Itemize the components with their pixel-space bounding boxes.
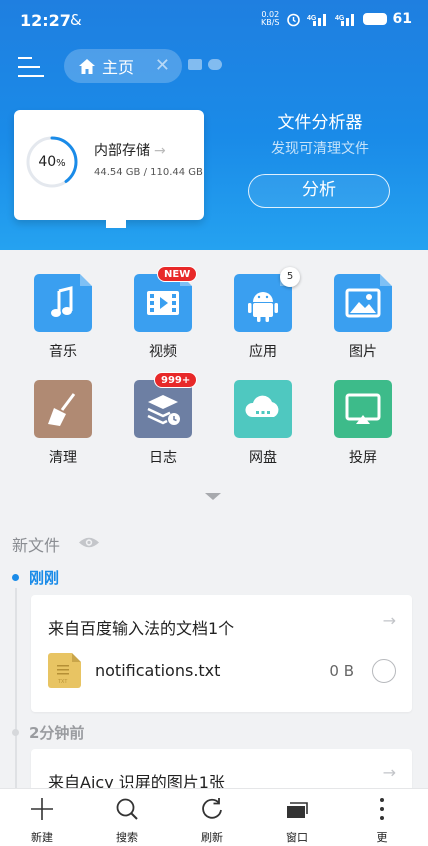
category-log[interactable]: 999+ 日志 — [113, 372, 213, 467]
broom-icon — [34, 380, 92, 438]
bottom-toolbar: 新建 搜索 刷新 窗口 更 — [0, 788, 428, 846]
search-button[interactable]: 搜索 — [87, 789, 167, 846]
apps-count-badge: 5 — [280, 267, 300, 287]
close-icon[interactable]: ✕ — [155, 55, 170, 76]
file-size: 0 B — [329, 662, 354, 680]
category-label: 投屏 — [349, 450, 377, 466]
refresh-button[interactable]: 刷新 — [172, 789, 252, 846]
android-icon: 5 — [234, 267, 300, 332]
cloud-mini-icon — [208, 59, 222, 70]
category-apps[interactable]: 5 应用 — [213, 267, 313, 361]
svg-text:TXT: TXT — [58, 679, 67, 685]
video-icon: NEW — [134, 266, 198, 332]
link-icon: & — [70, 11, 82, 29]
category-label: 日志 — [149, 450, 177, 466]
card-title: 来自百度输入法的文档1个 — [48, 619, 235, 638]
windows-button[interactable]: 窗口 — [257, 789, 337, 846]
refresh-icon — [202, 798, 222, 819]
category-images[interactable]: 图片 — [313, 274, 413, 361]
category-cast[interactable]: 投屏 — [313, 380, 413, 467]
status-time: 12:27 — [20, 11, 71, 30]
storage-title: 内部存储 → — [94, 140, 166, 160]
group-time-label: 2分钟前 — [29, 724, 85, 742]
category-label: 清理 — [49, 450, 77, 466]
eye-icon[interactable] — [78, 536, 100, 549]
svg-text:4G: 4G — [307, 15, 317, 22]
battery-icon — [362, 13, 387, 25]
select-checkbox[interactable] — [372, 659, 396, 683]
search-icon — [116, 798, 138, 820]
signal-icon: 4G — [307, 14, 326, 26]
music-icon — [34, 274, 92, 332]
analyze-button[interactable]: 分析 — [248, 174, 390, 208]
internal-storage-card[interactable]: 40% 内部存储 → 44.54 GB / 110.44 GB — [14, 110, 204, 228]
net-speed-unit: KB/S — [261, 18, 280, 27]
file-analyzer-subtitle: 发现可清理文件 — [271, 141, 369, 157]
storage-percent: 40% — [24, 134, 80, 190]
cast-icon — [334, 380, 392, 438]
storage-percent-value: 40 — [38, 154, 57, 170]
category-clean[interactable]: 清理 — [13, 380, 113, 467]
window-mini-icon — [188, 59, 202, 70]
bottom-label: 窗口 — [286, 831, 308, 844]
category-music[interactable]: 音乐 — [13, 274, 113, 361]
image-icon — [334, 274, 392, 332]
group-time-label: 刚刚 — [29, 569, 60, 587]
status-right: 0.02 KB/S 4G 4G 61 — [261, 11, 412, 28]
tab-home[interactable]: 主页 ✕ — [64, 49, 182, 83]
new-badge: NEW — [157, 266, 198, 282]
more-icon — [380, 798, 384, 820]
new-file-card[interactable]: 来自百度输入法的文档1个 → TXT notifications.txt 0 B — [31, 595, 412, 712]
more-button[interactable]: 更 — [342, 789, 422, 846]
storage-percent-sign: % — [56, 158, 66, 169]
new-files-title: 新文件 — [12, 536, 61, 555]
windows-icon — [287, 802, 308, 818]
storage-title-text: 内部存储 — [94, 143, 150, 159]
new-button[interactable]: 新建 — [2, 789, 82, 846]
tab-indicators — [188, 59, 222, 70]
menu-icon[interactable] — [18, 57, 44, 77]
file-name[interactable]: notifications.txt — [95, 661, 220, 680]
storage-size: 44.54 GB / 110.44 GB — [94, 167, 203, 178]
bottom-label: 新建 — [31, 831, 53, 844]
header: 12:27 & 0.02 KB/S 4G 4G 61 主页 ✕ 40% 内部存储… — [0, 0, 428, 250]
tab-home-label: 主页 — [102, 58, 135, 77]
txt-file-icon: TXT — [48, 653, 81, 688]
status-bar: 12:27 & 0.02 KB/S 4G 4G 61 — [0, 0, 428, 44]
home-icon — [79, 58, 95, 74]
expand-caret-icon[interactable] — [205, 493, 221, 500]
bottom-label: 搜索 — [116, 831, 138, 844]
signal-icon-2: 4G — [335, 14, 354, 26]
timeline-dot — [12, 729, 19, 736]
timeline-dot — [12, 574, 19, 581]
log-count-badge: 999+ — [154, 372, 198, 388]
net-speed: 0.02 KB/S — [261, 11, 280, 27]
log-icon: 999+ — [134, 372, 198, 438]
category-label: 视频 — [149, 344, 177, 360]
category-label: 应用 — [249, 344, 277, 360]
timeline-line — [15, 588, 17, 788]
category-video[interactable]: NEW 视频 — [113, 266, 213, 361]
arrow-right-icon[interactable]: → — [383, 763, 396, 782]
category-label: 图片 — [349, 344, 377, 360]
battery-level: 61 — [392, 11, 412, 27]
plus-icon — [31, 798, 53, 820]
alarm-icon — [286, 13, 300, 26]
bottom-label: 刷新 — [201, 831, 223, 844]
arrow-right-icon: → — [154, 143, 166, 159]
category-netdisk[interactable]: 网盘 — [213, 380, 313, 467]
arrow-right-icon[interactable]: → — [383, 611, 396, 630]
bottom-label: 更 — [376, 831, 388, 844]
category-label: 网盘 — [249, 450, 277, 466]
svg-text:4G: 4G — [335, 15, 345, 22]
file-analyzer-title: 文件分析器 — [277, 113, 363, 133]
category-label: 音乐 — [49, 344, 77, 360]
cloud-icon — [234, 380, 292, 438]
